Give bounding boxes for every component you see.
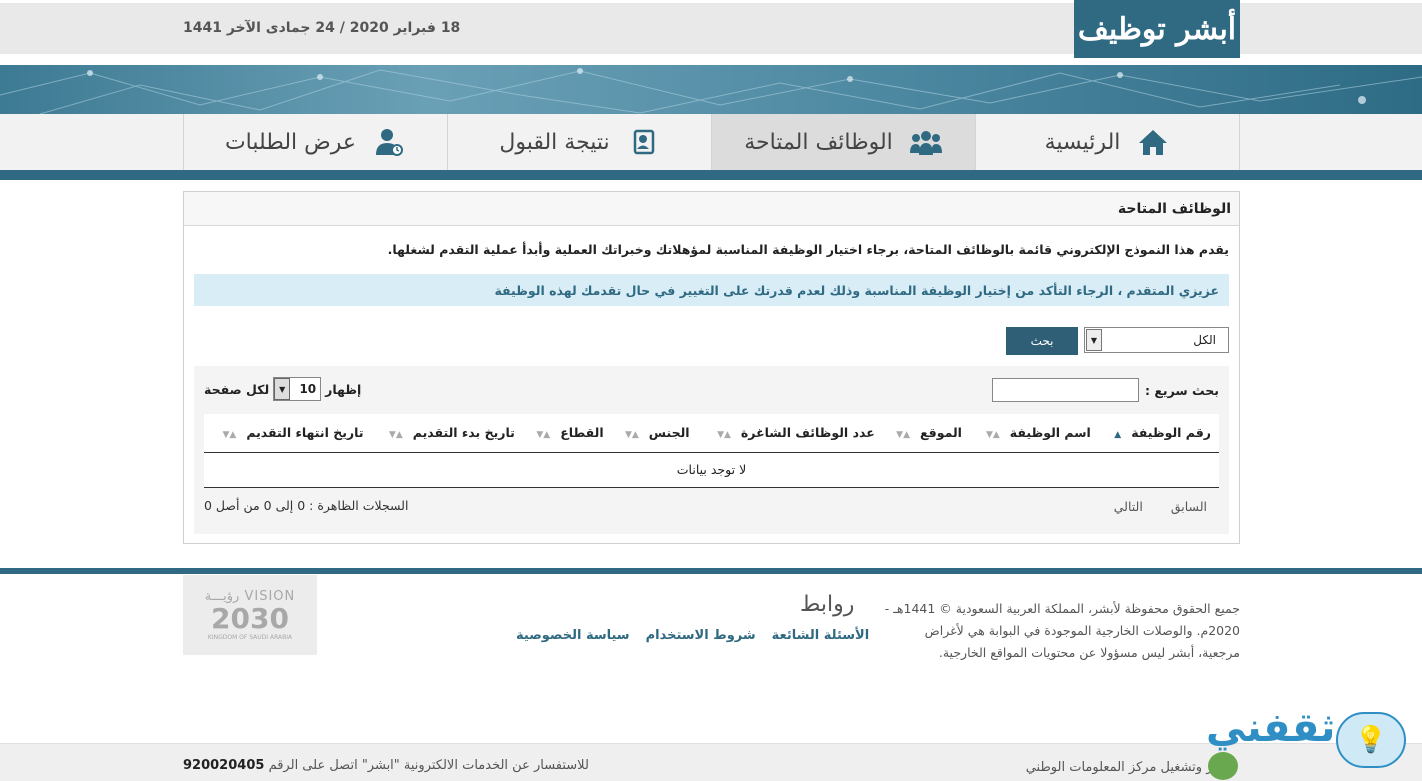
vision-2030-logo: VISION رؤيـــة 2030 KINGDOM OF SAUDI ARA… bbox=[183, 575, 317, 655]
privacy-link[interactable]: سياسة الخصوصية bbox=[516, 628, 630, 643]
copyright-text: جميع الحقوق محفوظة لأبشر، المملكة العربي… bbox=[884, 601, 1240, 660]
header-date: 18 فبراير 2020 / 24 جمادى الآخر 1441 bbox=[183, 20, 461, 36]
column-header-job-name[interactable]: اسم الوظيفة▲▼ bbox=[969, 414, 1099, 453]
table-row: لا توجد بيانات bbox=[204, 452, 1219, 488]
sort-icon: ▲▼ bbox=[222, 430, 237, 441]
quick-search: بحث سريع : bbox=[992, 378, 1219, 402]
column-header-start-date[interactable]: تاريخ بدء التقديم▲▼ bbox=[371, 414, 523, 453]
nav-bottom-bar bbox=[0, 170, 1422, 180]
previous-page-button[interactable]: السابق bbox=[1171, 499, 1207, 514]
main-nav: الرئيسية الوظائف المتاحة نتيجة القبول عر… bbox=[0, 114, 1422, 170]
available-jobs-panel: الوظائف المتاحة يقدم هذا النموذج الإلكتر… bbox=[183, 191, 1240, 544]
sort-icon: ▲▼ bbox=[536, 430, 551, 441]
nic-logo-icon bbox=[1208, 752, 1238, 780]
search-person-icon bbox=[633, 129, 654, 155]
empty-table-message: لا توجد بيانات bbox=[204, 452, 1219, 488]
panel-title: الوظائف المتاحة bbox=[184, 192, 1239, 226]
top-header: أبشر توظيف 18 فبراير 2020 / 24 جمادى الآ… bbox=[0, 0, 1422, 65]
column-header-end-date[interactable]: تاريخ انتهاء التقديم▲▼ bbox=[204, 414, 372, 453]
page-length-select[interactable]: 10 ▼ bbox=[273, 377, 322, 401]
column-header-gender[interactable]: الجنس▲▼ bbox=[611, 414, 698, 453]
column-header-sector[interactable]: القطاع▲▼ bbox=[522, 414, 612, 453]
nav-item-label: الوظائف المتاحة bbox=[744, 129, 893, 155]
sort-icon: ▲▼ bbox=[624, 430, 639, 441]
user-clock-icon bbox=[376, 129, 404, 156]
nav-item-label: نتيجة القبول bbox=[499, 129, 610, 155]
contact-info: للاستفسار عن الخدمات الالكترونية "ابشر" … bbox=[183, 758, 589, 773]
show-label: إظهار bbox=[325, 381, 362, 397]
users-icon bbox=[909, 131, 942, 155]
next-page-button[interactable]: التالي bbox=[1114, 499, 1143, 514]
links-title: روابط bbox=[800, 592, 855, 617]
chevron-down-icon[interactable]: ▼ bbox=[274, 378, 291, 400]
jobs-table: رقم الوظيفة▲ اسم الوظيفة▲▼ الموقع▲▼ عدد … bbox=[204, 414, 1219, 488]
sort-icon: ▲▼ bbox=[717, 430, 731, 441]
lightbulb-icon: 💡 bbox=[1336, 712, 1406, 768]
sort-asc-icon: ▲ bbox=[1114, 430, 1122, 441]
vision-country: KINGDOM OF SAUDI ARABIA bbox=[207, 634, 293, 641]
contact-number: 920020405 bbox=[183, 758, 265, 773]
quick-search-label: بحث سريع : bbox=[1145, 382, 1219, 398]
nav-item-available-jobs[interactable]: الوظائف المتاحة bbox=[711, 114, 975, 170]
page-length-value: 10 bbox=[299, 382, 317, 396]
intro-text: يقدم هذا النموذج الإلكتروني قائمة بالوظا… bbox=[387, 242, 1229, 257]
developer-credit: تطوير وتشغيل مركز المعلومات الوطني bbox=[1025, 760, 1238, 775]
nav-item-view-requests[interactable]: عرض الطلبات bbox=[183, 114, 447, 170]
search-button[interactable]: بحث bbox=[1006, 327, 1078, 355]
notice-alert: عزيزي المتقدم ، الرجاء التأكد من إختيار … bbox=[194, 274, 1229, 306]
table-header-row: رقم الوظيفة▲ اسم الوظيفة▲▼ الموقع▲▼ عدد … bbox=[204, 414, 1219, 453]
column-header-vacancies[interactable]: عدد الوظائف الشاغرة▲▼ bbox=[697, 414, 883, 453]
page-length-control: إظهار 10 ▼ لكل صفحة bbox=[204, 377, 361, 401]
vision-year: 2030 bbox=[211, 602, 289, 635]
per-page-label: لكل صفحة bbox=[204, 381, 270, 397]
faq-link[interactable]: الأسئلة الشائعة bbox=[772, 628, 870, 643]
column-header-location[interactable]: الموقع▲▼ bbox=[882, 414, 970, 453]
header-banner bbox=[0, 65, 1422, 114]
filter-row: الكل ▼ بحث bbox=[1006, 327, 1229, 355]
quick-search-input[interactable] bbox=[992, 378, 1140, 402]
sort-icon: ▲▼ bbox=[896, 430, 911, 441]
absher-logo[interactable]: أبشر توظيف bbox=[1074, 0, 1240, 58]
nav-item-label: عرض الطلبات bbox=[224, 129, 357, 155]
pagination: السابق التالي bbox=[1114, 499, 1207, 514]
category-select[interactable]: الكل ▼ bbox=[1084, 327, 1229, 353]
sort-icon: ▲▼ bbox=[985, 430, 1000, 441]
jobs-table-area: بحث سريع : إظهار 10 ▼ لكل صفحة رقم الوظي… bbox=[194, 366, 1229, 534]
nav-item-label: الرئيسية bbox=[1044, 129, 1121, 155]
brand-watermark: ثقفني bbox=[1206, 705, 1336, 751]
contact-text: للاستفسار عن الخدمات الالكترونية "ابشر" … bbox=[268, 758, 589, 773]
footer-links: الأسئلة الشائعة شروط الاستخدام سياسة الخ… bbox=[516, 628, 869, 643]
home-icon bbox=[1139, 130, 1168, 155]
sort-icon: ▲▼ bbox=[388, 430, 403, 441]
terms-link[interactable]: شروط الاستخدام bbox=[646, 628, 756, 643]
records-info: السجلات الظاهرة : 0 إلى 0 من أصل 0 bbox=[204, 498, 409, 513]
footer-divider bbox=[0, 568, 1422, 574]
category-select-value: الكل bbox=[1193, 333, 1216, 347]
chevron-down-icon[interactable]: ▼ bbox=[1086, 329, 1102, 351]
column-header-job-number[interactable]: رقم الوظيفة▲ bbox=[1098, 414, 1219, 453]
nav-item-acceptance-result[interactable]: نتيجة القبول bbox=[447, 114, 711, 170]
banner-network-pattern bbox=[0, 68, 1422, 114]
nav-item-home[interactable]: الرئيسية bbox=[975, 114, 1240, 170]
